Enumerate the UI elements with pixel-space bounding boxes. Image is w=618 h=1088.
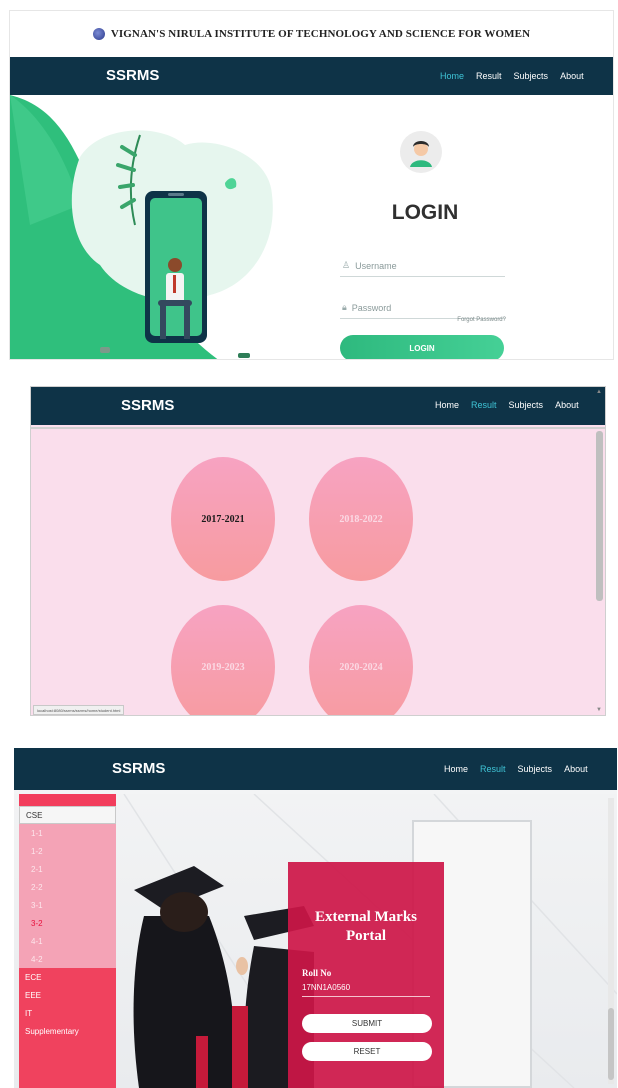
external-marks-form: External Marks Portal Roll No 17NN1A0560… (288, 862, 444, 1088)
sidebar-sem-2-1[interactable]: 2-1 (19, 860, 116, 878)
reset-button[interactable]: RESET (302, 1042, 432, 1061)
username-field[interactable]: ♙ Username (340, 255, 505, 277)
nav-result[interactable]: Result (471, 400, 497, 410)
scrollbar-thumb[interactable] (608, 1008, 614, 1080)
password-placeholder: Password (351, 302, 392, 313)
lock-icon: 🔒︎ (342, 302, 347, 312)
nav-about[interactable]: About (560, 71, 584, 81)
result-years-screen: SSRMS Home Result Subjects About 2017-20… (30, 386, 606, 716)
graduates-photo (133, 866, 314, 1088)
navbar: SSRMS Home Result Subjects About (14, 748, 617, 790)
nav-home[interactable]: Home (435, 400, 459, 410)
portal-title-line1: External Marks (314, 909, 418, 925)
vertical-scrollbar[interactable] (608, 798, 614, 1084)
branch-sidebar: CSE 1-1 1-2 2-1 2-2 3-1 3-2 4-1 4-2 ECE … (19, 794, 116, 1088)
sidebar-item-it[interactable]: IT (19, 1004, 116, 1022)
brand-logo[interactable]: SSRMS (112, 760, 165, 777)
password-field[interactable]: 🔒︎ Password (340, 297, 505, 319)
status-url: localhost:8080/ssrms/ssrms/home/student.… (33, 705, 125, 715)
sidebar-top-bar (19, 794, 116, 806)
submit-button[interactable]: SUBMIT (302, 1014, 432, 1033)
login-button[interactable]: LOGIN (340, 335, 504, 359)
year-2019-2023[interactable]: 2019-2023 (171, 605, 275, 715)
institute-name: VIGNAN'S NIRULA INSTITUTE OF TECHNOLOGY … (110, 28, 531, 40)
sidebar-sem-3-1[interactable]: 3-1 (19, 896, 116, 914)
user-icon: ♙ (342, 260, 351, 270)
years-viewport: 2017-2021 2018-2022 2019-2023 2020-2024 … (31, 427, 605, 715)
login-title: LOGIN (391, 201, 459, 224)
nav-result[interactable]: Result (476, 71, 502, 81)
login-screen: VIGNAN'S NIRULA INSTITUTE OF TECHNOLOGY … (9, 10, 614, 360)
scroll-down-icon[interactable]: ▼ (596, 707, 602, 713)
forgot-password-link[interactable]: Forgot Password? (430, 317, 506, 323)
sidebar-sem-3-2[interactable]: 3-2 (19, 914, 116, 932)
scroll-up-icon[interactable]: ▲ (596, 389, 602, 395)
sidebar-item-eee[interactable]: EEE (19, 986, 116, 1004)
institute-logo-icon (92, 28, 105, 40)
nav-about[interactable]: About (564, 764, 588, 774)
portal-title-line2: Portal (346, 928, 386, 944)
nav-subjects[interactable]: Subjects (509, 400, 544, 410)
nav-links: Home Result Subjects About (440, 71, 584, 81)
nav-home[interactable]: Home (440, 71, 464, 81)
navbar: SSRMS Home Result Subjects About (10, 57, 613, 95)
nav-links: Home Result Subjects About (435, 400, 579, 410)
sidebar-sem-1-2[interactable]: 1-2 (19, 842, 116, 860)
sidebar-sem-4-2[interactable]: 4-2 (19, 950, 116, 968)
roll-no-input[interactable]: 17NN1A0560 (302, 983, 430, 997)
navbar: SSRMS Home Result Subjects About (31, 387, 605, 425)
nav-about[interactable]: About (555, 400, 579, 410)
sidebar-item-supplementary[interactable]: Supplementary (19, 1022, 116, 1040)
portal-title: External Marks Portal (288, 908, 444, 946)
sidebar-item-cse[interactable]: CSE (19, 806, 116, 824)
brand-logo[interactable]: SSRMS (106, 67, 159, 84)
roll-no-label: Roll No (302, 968, 332, 978)
year-2018-2022[interactable]: 2018-2022 (309, 457, 413, 581)
avatar-icon (400, 131, 442, 173)
sidebar-sem-1-1[interactable]: 1-1 (19, 824, 116, 842)
login-area: LOGIN ♙ Username 🔒︎ Password Forgot Pass… (10, 95, 613, 359)
year-2020-2024[interactable]: 2020-2024 (309, 605, 413, 715)
username-placeholder: Username (355, 260, 397, 271)
phone-illustration (10, 95, 273, 359)
sidebar-item-ece[interactable]: ECE (19, 968, 116, 986)
sidebar-sem-2-2[interactable]: 2-2 (19, 878, 116, 896)
nav-subjects[interactable]: Subjects (514, 71, 549, 81)
nav-home[interactable]: Home (444, 764, 468, 774)
vertical-scrollbar[interactable] (596, 431, 603, 601)
institute-header: VIGNAN'S NIRULA INSTITUTE OF TECHNOLOGY … (10, 11, 613, 57)
year-2017-2021[interactable]: 2017-2021 (171, 457, 275, 581)
nav-subjects[interactable]: Subjects (518, 764, 553, 774)
brand-logo[interactable]: SSRMS (121, 397, 174, 414)
external-marks-screen: SSRMS Home Result Subjects About Externa… (14, 748, 617, 1088)
nav-result[interactable]: Result (480, 764, 506, 774)
nav-links: Home Result Subjects About (444, 764, 588, 774)
sidebar-sem-4-1[interactable]: 4-1 (19, 932, 116, 950)
